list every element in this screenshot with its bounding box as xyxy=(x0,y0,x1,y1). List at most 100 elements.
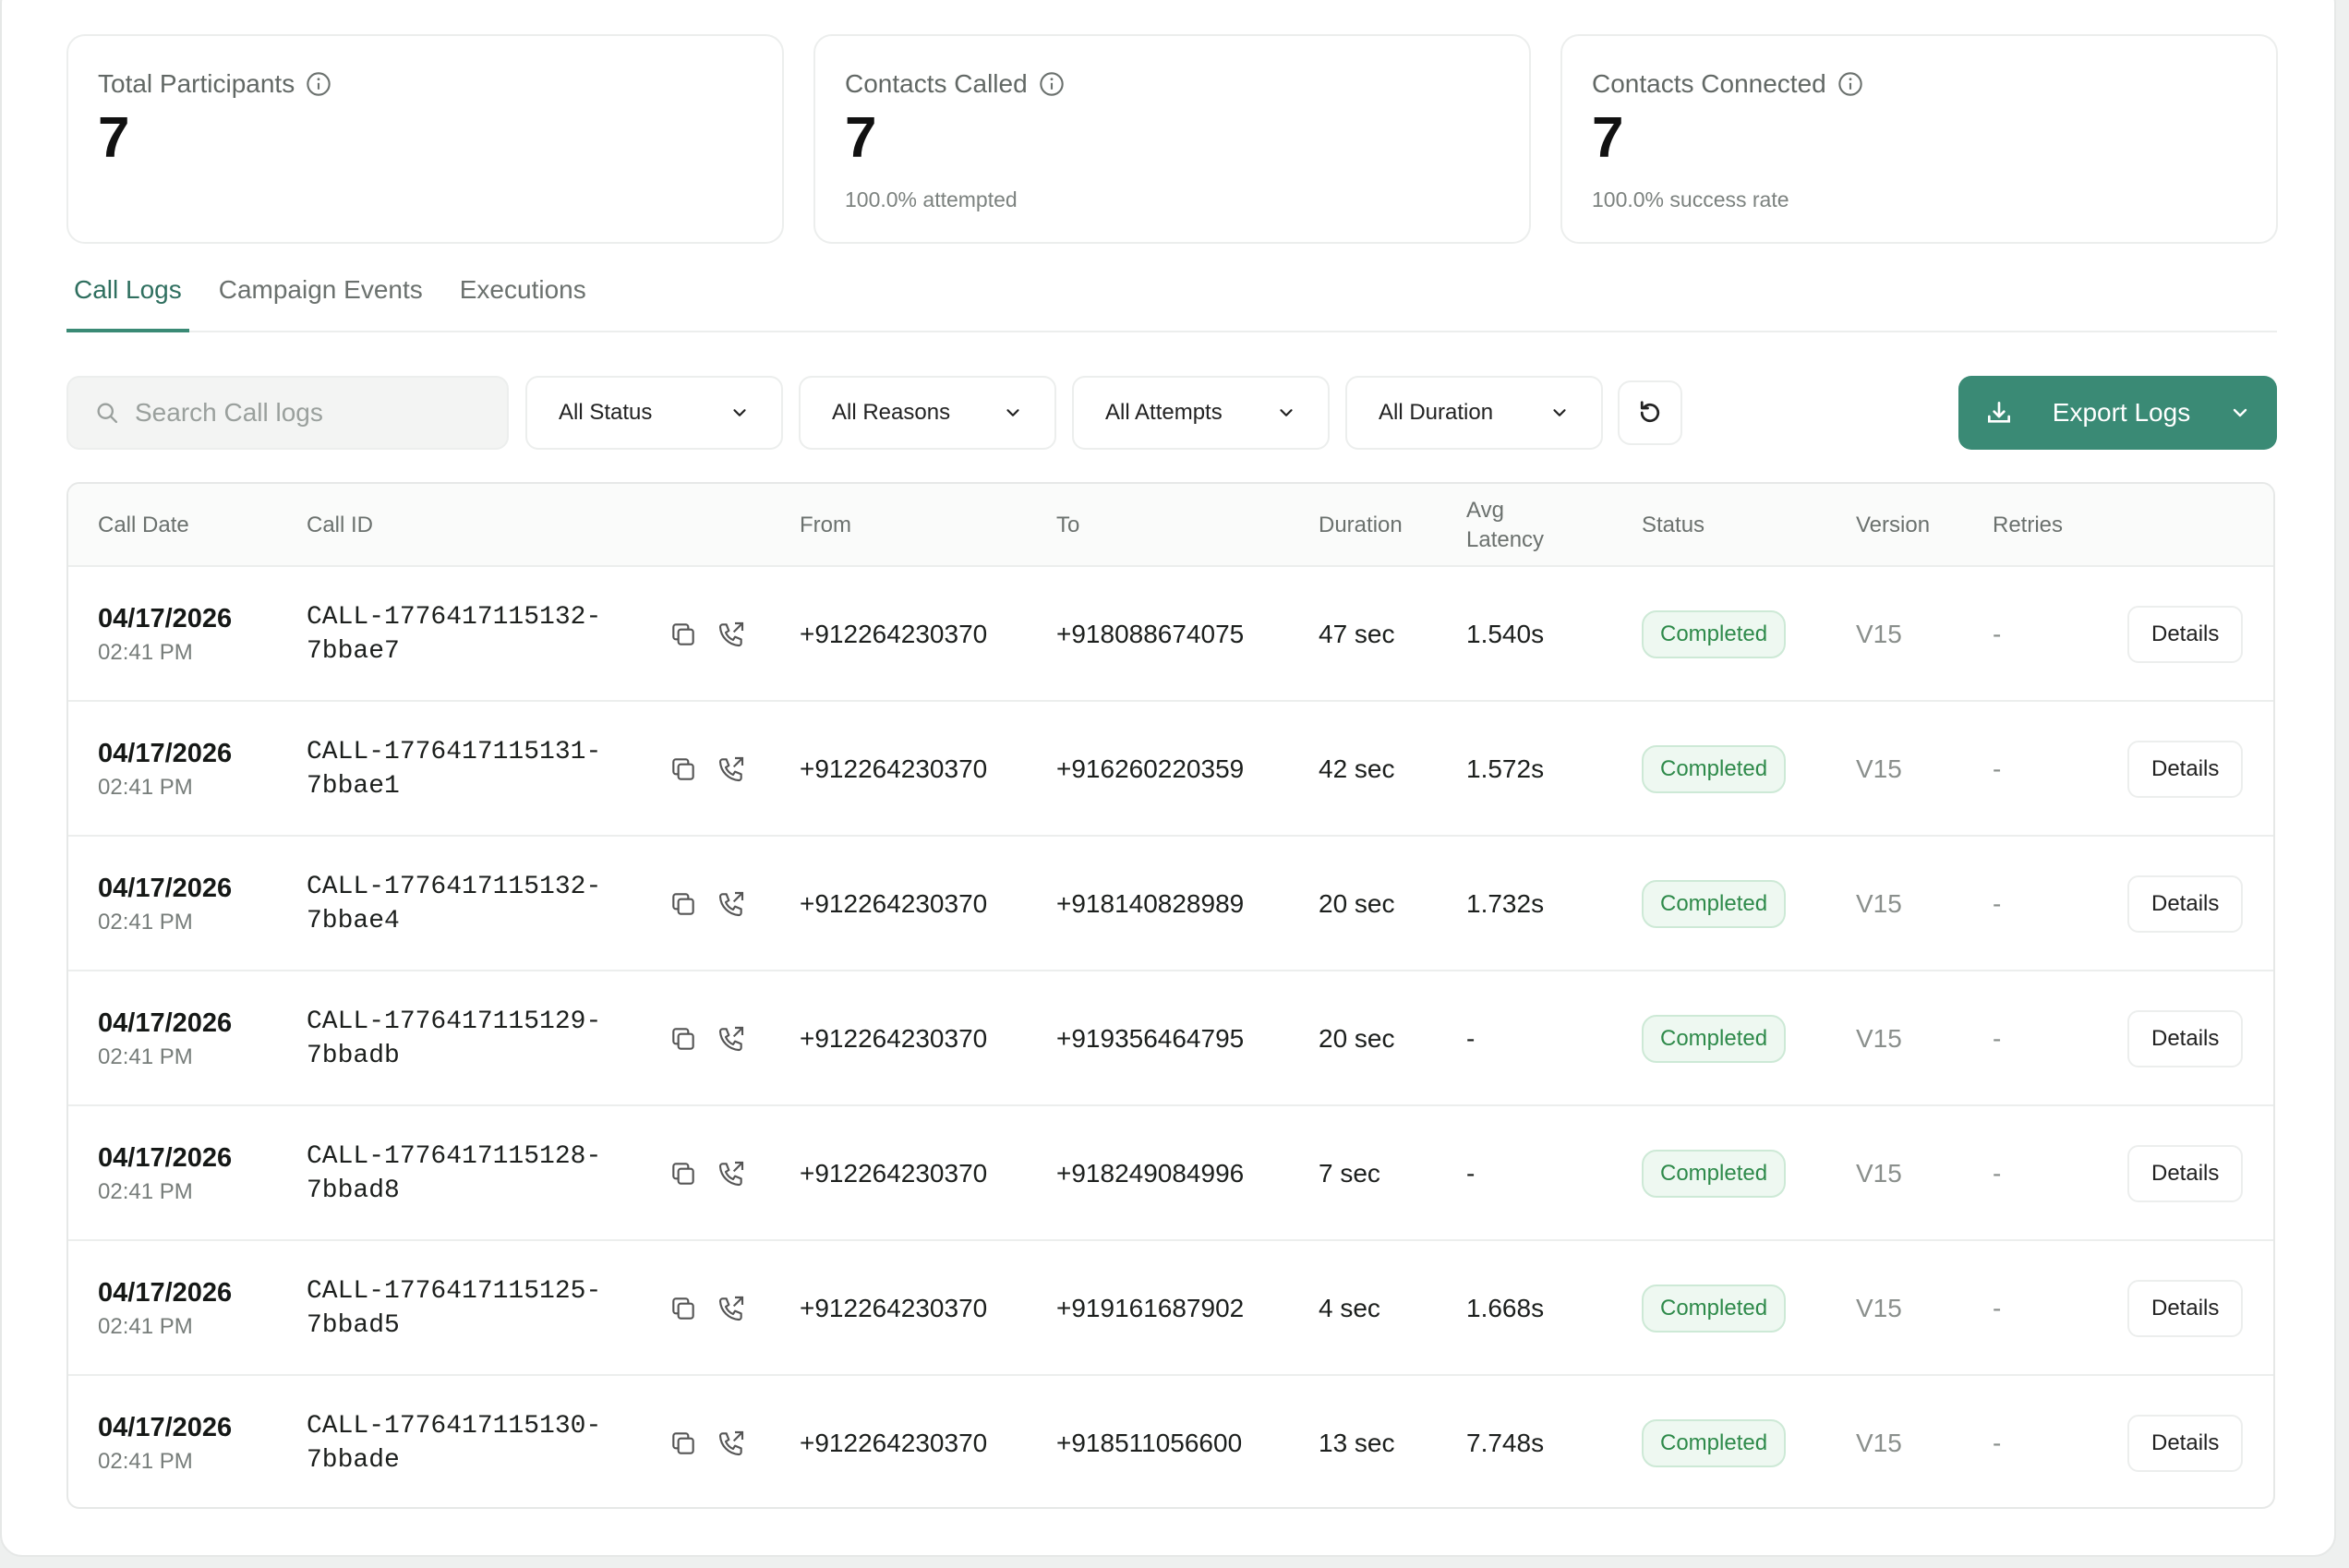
call-time: 02:41 PM xyxy=(98,1043,193,1069)
phone-outgoing-icon[interactable] xyxy=(717,1429,746,1458)
tab-executions[interactable]: Executions xyxy=(452,270,594,332)
table-row: 04/17/2026 02:41 PM CALL-1776417115130- … xyxy=(68,1376,2273,1507)
details-button[interactable]: Details xyxy=(2127,1415,2244,1472)
details-cell: Details xyxy=(2127,837,2244,971)
chevron-down-icon xyxy=(1553,409,1566,416)
call-time: 02:41 PM xyxy=(98,1178,193,1204)
call-id: CALL-1776417115128- 7bbad8 xyxy=(307,1106,620,1241)
details-button[interactable]: Details xyxy=(2127,741,2244,798)
phone-outgoing-icon[interactable] xyxy=(717,1024,746,1054)
tab-bar: Call Logs Campaign Events Executions xyxy=(66,270,2277,332)
copy-icon[interactable] xyxy=(669,1024,698,1054)
details-cell: Details xyxy=(2127,702,2244,837)
status-filter[interactable]: All Status xyxy=(525,376,783,450)
call-time: 02:41 PM xyxy=(98,1313,193,1339)
row-actions xyxy=(669,837,746,971)
status-filter-label: All Status xyxy=(559,400,653,425)
duration-filter[interactable]: All Duration xyxy=(1345,376,1603,450)
phone-outgoing-icon[interactable] xyxy=(717,620,746,649)
avg-latency-value: 7.748s xyxy=(1466,1429,1545,1457)
call-id-part2: 7bbad8 xyxy=(307,1176,400,1205)
avg-latency-value: - xyxy=(1466,1024,1476,1053)
export-logs-button[interactable]: Export Logs xyxy=(1958,376,2277,450)
column-header-from: From xyxy=(800,513,851,537)
call-date-cell: 04/17/2026 02:41 PM xyxy=(98,1106,232,1241)
retries-value: - xyxy=(1993,1159,2002,1188)
call-date-cell: 04/17/2026 02:41 PM xyxy=(98,971,232,1106)
info-icon[interactable] xyxy=(1837,71,1863,97)
copy-icon[interactable] xyxy=(669,1429,698,1458)
stat-card-contacts-connected: Contacts Connected 7 100.0% success rate xyxy=(1560,34,2278,244)
copy-icon[interactable] xyxy=(669,620,698,649)
table-row: 04/17/2026 02:41 PM CALL-1776417115125- … xyxy=(68,1241,2273,1376)
call-date-cell: 04/17/2026 02:41 PM xyxy=(98,837,232,971)
to-number: +918140828989 xyxy=(1056,889,1245,918)
details-button[interactable]: Details xyxy=(2127,606,2244,663)
call-logs-table: Call Date Call ID From To Duration Avg L… xyxy=(66,482,2275,1509)
call-id-part2: 7bbae7 xyxy=(307,637,400,666)
table-row: 04/17/2026 02:41 PM CALL-1776417115128- … xyxy=(68,1106,2273,1241)
copy-icon[interactable] xyxy=(669,889,698,919)
stat-value: 7 xyxy=(98,106,130,170)
row-actions xyxy=(669,702,746,837)
copy-icon[interactable] xyxy=(669,1294,698,1323)
row-actions xyxy=(669,1376,746,1507)
from-number: +912264230370 xyxy=(800,889,988,918)
call-date: 04/17/2026 xyxy=(98,1142,233,1173)
info-icon[interactable] xyxy=(1039,71,1065,97)
call-id-part1: CALL-1776417115132- xyxy=(307,873,602,901)
retries-value: - xyxy=(1993,754,2002,783)
status-badge: Completed xyxy=(1642,1150,1787,1198)
from-number: +912264230370 xyxy=(800,1429,988,1457)
copy-icon[interactable] xyxy=(669,1159,698,1188)
call-id-part2: 7bbade xyxy=(307,1446,400,1475)
details-button[interactable]: Details xyxy=(2127,875,2244,933)
tab-call-logs[interactable]: Call Logs xyxy=(66,270,189,332)
stat-value: 7 xyxy=(1592,106,1624,170)
details-button[interactable]: Details xyxy=(2127,1010,2244,1067)
retries-value: - xyxy=(1993,1294,2002,1322)
avg-latency-value: 1.732s xyxy=(1466,889,1545,918)
retries-value: - xyxy=(1993,1429,2002,1457)
column-header-call-id: Call ID xyxy=(307,513,374,537)
refresh-icon xyxy=(1640,401,1660,423)
copy-icon[interactable] xyxy=(669,754,698,784)
search-box[interactable] xyxy=(66,376,509,450)
call-time: 02:41 PM xyxy=(98,909,193,935)
download-icon xyxy=(1988,402,2010,423)
call-id-part1: CALL-1776417115125- xyxy=(307,1277,602,1306)
filter-toolbar: All Status All Reasons All Attempts All … xyxy=(66,376,2277,450)
call-id: CALL-1776417115125- 7bbad5 xyxy=(307,1241,620,1376)
details-button[interactable]: Details xyxy=(2127,1280,2244,1337)
version-value: V15 xyxy=(1856,1159,1902,1188)
details-button[interactable]: Details xyxy=(2127,1145,2244,1202)
call-id: CALL-1776417115132- 7bbae4 xyxy=(307,837,620,971)
call-id: CALL-1776417115130- 7bbade xyxy=(307,1376,620,1507)
status-cell: Completed xyxy=(1642,1241,1787,1376)
from-number: +912264230370 xyxy=(800,1294,988,1322)
call-id: CALL-1776417115129- 7bbadb xyxy=(307,971,620,1106)
reasons-filter[interactable]: All Reasons xyxy=(799,376,1056,450)
version-value: V15 xyxy=(1856,889,1902,918)
avg-latency-value: 1.668s xyxy=(1466,1294,1545,1322)
attempts-filter[interactable]: All Attempts xyxy=(1072,376,1330,450)
call-date: 04/17/2026 xyxy=(98,1277,233,1308)
tab-campaign-events[interactable]: Campaign Events xyxy=(211,270,430,332)
attempts-filter-label: All Attempts xyxy=(1105,400,1223,425)
refresh-button[interactable] xyxy=(1618,380,1682,445)
call-id-part1: CALL-1776417115129- xyxy=(307,1007,602,1036)
phone-outgoing-icon[interactable] xyxy=(717,1159,746,1188)
to-number: +919161687902 xyxy=(1056,1294,1245,1322)
status-cell: Completed xyxy=(1642,567,1787,702)
table-row: 04/17/2026 02:41 PM CALL-1776417115132- … xyxy=(68,837,2273,971)
phone-outgoing-icon[interactable] xyxy=(717,1294,746,1323)
call-id-part1: CALL-1776417115130- xyxy=(307,1412,602,1441)
info-icon[interactable] xyxy=(306,71,331,97)
to-number: +916260220359 xyxy=(1056,754,1245,783)
phone-outgoing-icon[interactable] xyxy=(717,889,746,919)
call-id-part1: CALL-1776417115128- xyxy=(307,1142,602,1171)
reasons-filter-label: All Reasons xyxy=(832,400,951,425)
phone-outgoing-icon[interactable] xyxy=(717,754,746,784)
search-input[interactable] xyxy=(135,398,486,428)
chevron-down-icon[interactable] xyxy=(2229,402,2251,424)
